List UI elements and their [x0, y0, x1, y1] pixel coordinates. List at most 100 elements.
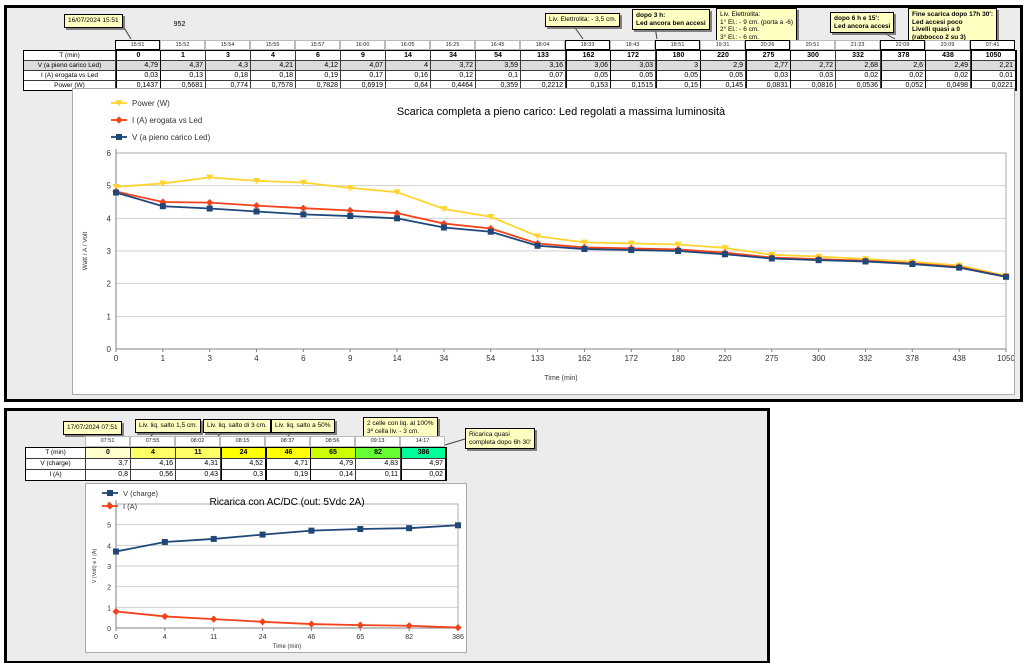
time-header-cell[interactable]: 15:55	[250, 40, 295, 50]
time-header-cell[interactable]: 16:45	[475, 40, 520, 50]
table-cell[interactable]: 2,72	[791, 61, 836, 71]
table-cell[interactable]: 34	[431, 51, 476, 61]
table-cell[interactable]: 4,3	[206, 61, 251, 71]
time-header-cell[interactable]: 15:52	[160, 40, 205, 50]
table-cell[interactable]: 3	[656, 61, 701, 71]
table-cell[interactable]: 1	[161, 51, 206, 61]
table-cell[interactable]: 0,02	[881, 71, 926, 81]
table-cell[interactable]: 4,71	[266, 459, 311, 470]
table-cell[interactable]: 46	[266, 448, 311, 459]
table-cell[interactable]: 0,14	[311, 470, 356, 480]
table-cell[interactable]: 0,19	[266, 470, 311, 480]
time-header-cell[interactable]: 07:41	[970, 40, 1015, 50]
time-header-cell[interactable]: 18:51	[655, 40, 700, 50]
table-cell[interactable]: 24	[221, 448, 266, 459]
table-cell[interactable]: 4,83	[356, 459, 401, 470]
table-cell[interactable]: 0	[86, 448, 131, 459]
table-cell[interactable]: 0,3	[221, 470, 266, 480]
table-cell[interactable]: 0,16	[386, 71, 431, 81]
table-cell[interactable]: 0,13	[161, 71, 206, 81]
time-header-cell[interactable]: 15:51	[115, 40, 160, 50]
table-cell[interactable]: 0,05	[611, 71, 656, 81]
time-header-cell[interactable]: 08:56	[310, 436, 355, 447]
time-header-cell[interactable]: 23:09	[925, 40, 970, 50]
table-cell[interactable]: 220	[701, 51, 746, 61]
annotation-callout[interactable]: Liv. Elettrolita:1° El.: - 9 cm. (porta …	[716, 8, 797, 44]
table-cell[interactable]: 0,03	[116, 71, 161, 81]
table-cell[interactable]: 0,02	[401, 470, 446, 480]
table-cell[interactable]: 0,18	[206, 71, 251, 81]
time-header-cell[interactable]: 18:04	[520, 40, 565, 50]
table-cell[interactable]: 0,05	[701, 71, 746, 81]
time-header-cell[interactable]: 18:43	[610, 40, 655, 50]
table-cell[interactable]: 162	[566, 51, 611, 61]
table-cell[interactable]: 4,12	[296, 61, 341, 71]
annotation-callout[interactable]: Liv. liq. salto di 3 cm.	[203, 419, 271, 433]
time-header-cell[interactable]: 15:54	[205, 40, 250, 50]
table-cell[interactable]: 386	[401, 448, 446, 459]
table-cell[interactable]: 0,56	[131, 470, 176, 480]
table-cell[interactable]: 2,6	[881, 61, 926, 71]
table-cell[interactable]: 2,49	[926, 61, 971, 71]
table-cell[interactable]: 1050	[971, 51, 1016, 61]
table-cell[interactable]: 4	[386, 61, 431, 71]
time-header-cell[interactable]: 07:51	[85, 436, 130, 447]
time-header-cell[interactable]: 19:31	[700, 40, 745, 50]
annotation-callout[interactable]: Fine scarica dopo 17h 30':Led accesi poc…	[908, 8, 997, 44]
discharge-chart[interactable]: 0123456013469143454133162172180220275300…	[72, 88, 1015, 395]
table-cell[interactable]: 438	[926, 51, 971, 61]
table-cell[interactable]: 2,9	[701, 61, 746, 71]
table-cell[interactable]: 0,02	[926, 71, 971, 81]
table-cell[interactable]: 4,37	[161, 61, 206, 71]
time-header-cell[interactable]: 18:33	[565, 40, 610, 50]
time-header-cell[interactable]: 16:00	[340, 40, 385, 50]
time-header-cell[interactable]: 16:05	[385, 40, 430, 50]
table-cell[interactable]: 0,43	[176, 470, 221, 480]
table-cell[interactable]: 0,18	[251, 71, 296, 81]
table-cell[interactable]: 0,12	[431, 71, 476, 81]
table-cell[interactable]: 300	[791, 51, 836, 61]
table-cell[interactable]: 0,05	[656, 71, 701, 81]
table-cell[interactable]: 4,07	[341, 61, 386, 71]
table-cell[interactable]: 4,97	[401, 459, 446, 470]
table-cell[interactable]: 0,19	[296, 71, 341, 81]
table-cell[interactable]: 133	[521, 51, 566, 61]
table-cell[interactable]: 4,79	[116, 61, 161, 71]
table-cell[interactable]: 0,8	[86, 470, 131, 480]
table-cell[interactable]: 3,59	[476, 61, 521, 71]
table-cell[interactable]: 0,17	[341, 71, 386, 81]
time-header-cell[interactable]: 08:37	[265, 436, 310, 447]
table-cell[interactable]: 0,01	[971, 71, 1016, 81]
table-cell[interactable]: 172	[611, 51, 656, 61]
time-header-cell[interactable]: 08:15	[220, 436, 265, 447]
table-cell[interactable]: 3,72	[431, 61, 476, 71]
table-cell[interactable]: 3,03	[611, 61, 656, 71]
annotation-callout[interactable]: Ricarica quasicompleta dopo 6h 30'	[465, 428, 535, 449]
table-cell[interactable]: 82	[356, 448, 401, 459]
annotation-callout[interactable]: 17/07/2024 07:51	[63, 421, 122, 435]
table-cell[interactable]: 180	[656, 51, 701, 61]
table-cell[interactable]: 11	[176, 448, 221, 459]
table-cell[interactable]: 0,02	[836, 71, 881, 81]
annotation-callout[interactable]: 2 celle con liq. al 100%3ª cella liv. - …	[363, 417, 438, 438]
table-cell[interactable]: 0,1	[476, 71, 521, 81]
recharge-chart[interactable]: 0123456041124466582386Time (min)V (Volt)…	[85, 483, 467, 653]
table-cell[interactable]: 54	[476, 51, 521, 61]
table-cell[interactable]: 4,52	[221, 459, 266, 470]
time-header-cell[interactable]: 08:02	[175, 436, 220, 447]
table-cell[interactable]: 4,16	[131, 459, 176, 470]
time-header-cell[interactable]: 21:23	[835, 40, 880, 50]
table-cell[interactable]: 0,03	[791, 71, 836, 81]
table-cell[interactable]: 6	[296, 51, 341, 61]
annotation-callout[interactable]: 16/07/2024 15:51	[64, 14, 123, 28]
table-cell[interactable]: 4,79	[311, 459, 356, 470]
time-header-cell[interactable]: 15:57	[295, 40, 340, 50]
time-header-cell[interactable]: 20:26	[745, 40, 790, 50]
annotation-callout[interactable]: dopo 3 h:Led ancora ben accesi	[632, 9, 710, 30]
table-cell[interactable]: 3	[206, 51, 251, 61]
time-header-cell[interactable]: 22:09	[880, 40, 925, 50]
time-header-cell[interactable]: 09:13	[355, 436, 400, 447]
capacity-value-note[interactable]: 952	[157, 21, 202, 28]
table-cell[interactable]: 0	[116, 51, 161, 61]
table-cell[interactable]: 2,68	[836, 61, 881, 71]
